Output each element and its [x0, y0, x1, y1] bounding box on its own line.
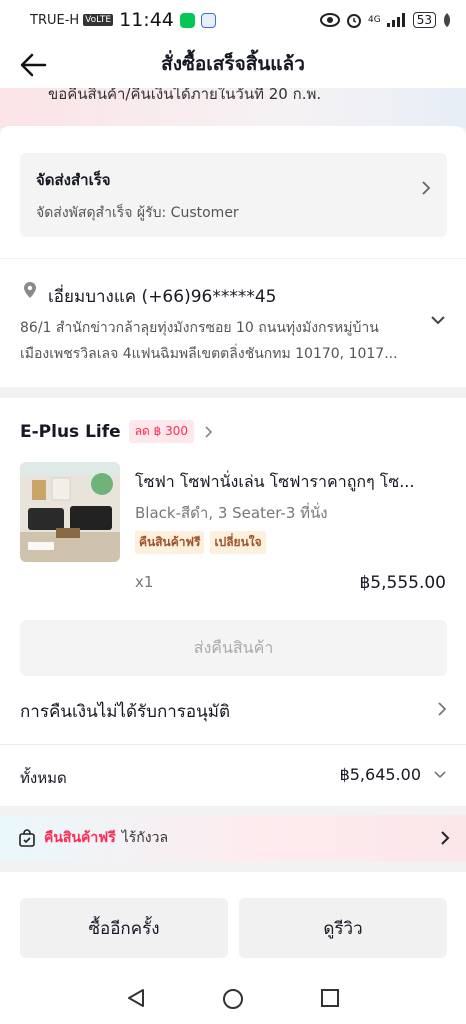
- back-arrow-icon[interactable]: [18, 50, 48, 80]
- return-item-button[interactable]: ส่งคืนสินค้า: [20, 620, 447, 676]
- shipping-detail: จัดส่งพัสดุสำเร็จ ผู้รับ: Customer: [36, 205, 239, 221]
- shop-header[interactable]: E-Plus Life ลด ฿ 300: [20, 420, 214, 443]
- address-card[interactable]: เอี่ยมบางแค (+66)96*****45 86/1 สำนักข่า…: [0, 259, 466, 387]
- address-line-1: 86/1 สำนักข่าวกล้าลุยทุ่งมังกรซอย 10 ถนน…: [20, 320, 379, 336]
- clock: 11:44: [119, 9, 174, 31]
- bottom-action-bar: ซื้ออีกครั้ง ดูรีวิว: [0, 872, 466, 972]
- nav-home-icon[interactable]: [222, 988, 244, 1010]
- product-quantity: x1: [135, 573, 154, 591]
- divider: [0, 744, 466, 745]
- status-bar: TRUE-H VoLTE 11:44 4G 53: [0, 0, 466, 40]
- tag-change-mind: เปลี่ยนใจ: [210, 531, 266, 554]
- shop-name: E-Plus Life: [20, 421, 121, 442]
- address-line-2: เมืองเพชรวิลเลจ 4แฟนฉิมพลีเขตตลิ่งชันกทม…: [20, 346, 398, 362]
- product-price: ฿5,555.00: [359, 573, 446, 593]
- shipping-status-row[interactable]: จัดส่งสำเร็จ จัดส่งพัสดุสำเร็จ ผู้รับ: C…: [20, 153, 447, 237]
- refund-status-text: การคืนเงินไม่ได้รับการอนุมัติ: [20, 702, 231, 722]
- line-app-icon: [179, 12, 195, 28]
- product-variant: Black-สีดำ, 3 Seater-3 ที่นั่ง: [135, 504, 328, 522]
- signal-icon: [386, 13, 405, 27]
- chevron-right-icon: [205, 425, 213, 438]
- refund-deadline-text: ขอคืนสินค้า/คืนเงินได้ภายในวันที่ 20 ก.พ…: [48, 88, 322, 103]
- leaf-icon: [443, 13, 451, 27]
- order-card: E-Plus Life ลด ฿ 300 โซฟา โซฟานั่งเล่น โ…: [0, 398, 466, 806]
- carrier-label: TRUE-H: [30, 12, 80, 28]
- recipient-name-phone: เอี่ยมบางแค (+66)96*****45: [48, 287, 277, 307]
- eye-icon: [320, 13, 341, 27]
- chevron-down-icon: [434, 771, 446, 779]
- system-nav-bar: [0, 972, 466, 1024]
- free-return-banner[interactable]: คืนสินค้าฟรี ไร้กังวล: [0, 815, 466, 861]
- free-return-text: ไร้กังวล: [121, 830, 169, 846]
- buy-again-button[interactable]: ซื้ออีกครั้ง: [20, 898, 228, 958]
- chevron-down-icon[interactable]: [430, 314, 446, 326]
- location-pin-icon: [24, 282, 36, 298]
- total-amount: ฿5,645.00: [339, 765, 421, 784]
- order-total-row[interactable]: ทั้งหมด ฿5,645.00: [20, 765, 447, 790]
- product-image[interactable]: [20, 462, 120, 562]
- shipping-title: จัดส่งสำเร็จ: [36, 171, 111, 189]
- header-bar: สั่งซื้อเสร็จสิ้นแล้ว: [0, 40, 466, 88]
- nav-back-icon[interactable]: [126, 988, 146, 1008]
- refund-status-row[interactable]: การคืนเงินไม่ได้รับการอนุมัติ: [20, 698, 447, 725]
- chevron-right-icon: [441, 831, 450, 845]
- product-tags: คืนสินค้าฟรี เปลี่ยนใจ: [135, 531, 266, 554]
- chevron-right-icon: [422, 181, 431, 195]
- discount-badge: ลด ฿ 300: [128, 420, 195, 443]
- shopping-bag-icon: [19, 829, 35, 847]
- alarm-icon: [347, 14, 362, 28]
- free-return-highlight: คืนสินค้าฟรี: [44, 830, 116, 846]
- total-label: ทั้งหมด: [20, 769, 67, 787]
- notification-app-icon: [200, 12, 216, 28]
- battery-level: 53: [412, 12, 436, 28]
- shipping-card: จัดส่งสำเร็จ จัดส่งพัสดุสำเร็จ ผู้รับ: C…: [0, 126, 466, 258]
- page-title: สั่งซื้อเสร็จสิ้นแล้ว: [161, 53, 305, 75]
- network-label: 4G: [368, 15, 381, 25]
- product-title[interactable]: โซฟา โซฟานั่งเล่น โซฟาราคาถูกๆ โซ...: [135, 470, 445, 495]
- view-review-button[interactable]: ดูรีวิว: [239, 898, 447, 958]
- tag-free-return: คืนสินค้าฟรี: [135, 531, 205, 554]
- chevron-right-icon: [438, 702, 447, 716]
- volte-badge: VoLTE: [83, 14, 114, 26]
- nav-recents-icon[interactable]: [320, 988, 340, 1008]
- refund-deadline-banner: ขอคืนสินค้า/คืนเงินได้ภายในวันที่ 20 ก.พ…: [0, 88, 466, 128]
